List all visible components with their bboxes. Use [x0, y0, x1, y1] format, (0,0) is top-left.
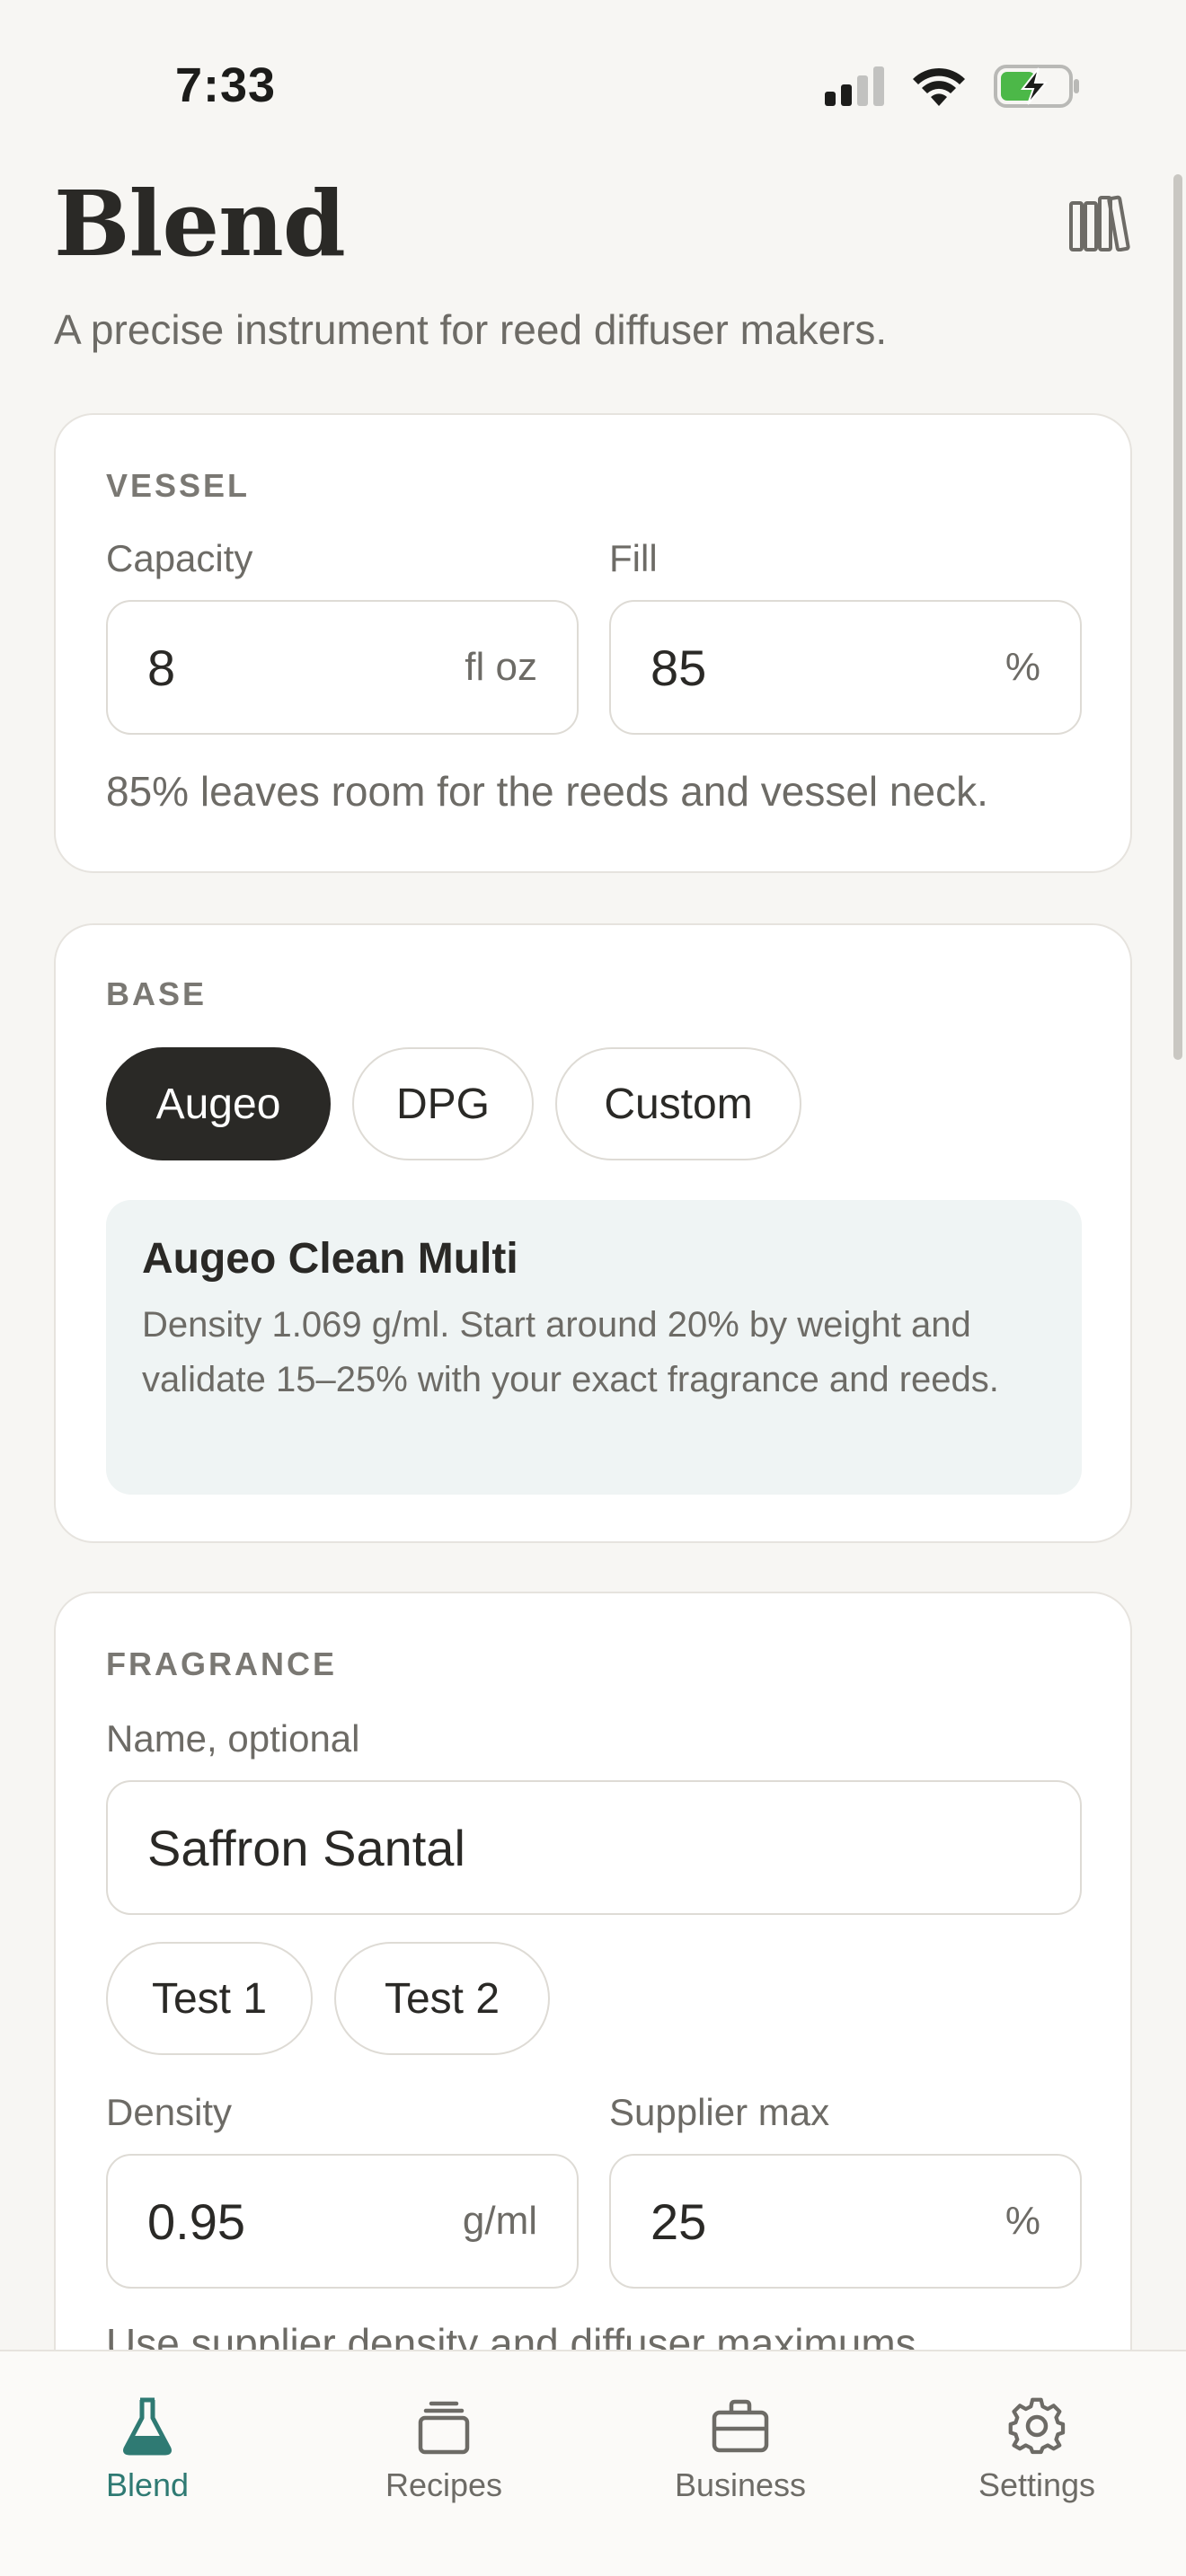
- tab-blend-label: Blend: [105, 2466, 190, 2503]
- vessel-card: VESSEL Capacity Fill 8 fl oz 85 % 85% le…: [54, 413, 1132, 873]
- fragrance-section-label: FRAGRANCE: [106, 1645, 337, 1682]
- tab-settings[interactable]: Settings: [929, 2396, 1145, 2504]
- briefcase-icon: [712, 2399, 769, 2453]
- test-2-button[interactable]: Test 2: [334, 1942, 550, 2055]
- status-icons: [825, 65, 1080, 108]
- tab-recipes-label: Recipes: [385, 2466, 503, 2503]
- scrollbar[interactable]: [1173, 174, 1182, 1060]
- fill-label: Fill: [609, 537, 658, 579]
- tab-recipes[interactable]: Recipes: [336, 2396, 552, 2504]
- vessel-section-label: VESSEL: [106, 467, 251, 504]
- status-time: 7:33: [175, 58, 277, 112]
- supplier-max-unit: %: [1005, 2199, 1040, 2243]
- fragrance-name-value: Saffron Santal: [147, 1819, 465, 1876]
- test-1-button[interactable]: Test 1: [106, 1942, 313, 2055]
- tab-bar: Blend Recipes Business Settings: [0, 2350, 1186, 2576]
- page-title: Blend: [54, 171, 346, 277]
- base-info-body: Density 1.069 g/ml. Start around 20% by …: [142, 1305, 999, 1399]
- supplier-max-value: 25: [651, 2192, 707, 2250]
- fill-unit: %: [1005, 645, 1040, 689]
- density-value: 0.95: [147, 2192, 245, 2250]
- base-info-box: Augeo Clean Multi Density 1.069 g/ml. St…: [106, 1200, 1082, 1495]
- battery-charging-icon: [994, 65, 1079, 108]
- supplier-max-input[interactable]: 25 %: [609, 2154, 1082, 2289]
- base-card: BASE Augeo DPG Custom Augeo Clean Multi …: [54, 923, 1132, 1543]
- recipes-stack-icon: [418, 2401, 470, 2455]
- fragrance-name-input[interactable]: Saffron Santal: [106, 1780, 1082, 1915]
- tab-settings-label: Settings: [978, 2466, 1096, 2503]
- capacity-value: 8: [147, 639, 176, 696]
- library-button[interactable]: [1066, 192, 1134, 253]
- base-info-title: Augeo Clean Multi: [142, 1235, 518, 1283]
- blend-screen: 7:33 Blend A precise instrument for reed…: [0, 0, 1186, 2576]
- fill-value: 85: [651, 639, 707, 696]
- bookshelf-icon: [1069, 195, 1130, 251]
- base-section-label: BASE: [106, 975, 208, 1012]
- tab-business[interactable]: Business: [633, 2396, 848, 2504]
- capacity-label: Capacity: [106, 537, 253, 579]
- base-option-augeo[interactable]: Augeo: [106, 1047, 331, 1160]
- cellular-signal-icon: [825, 66, 884, 106]
- gear-icon: [1008, 2397, 1066, 2455]
- density-label: Density: [106, 2091, 233, 2133]
- page-subtitle: A precise instrument for reed diffuser m…: [54, 306, 888, 353]
- base-option-dpg[interactable]: DPG: [352, 1047, 534, 1160]
- base-option-custom[interactable]: Custom: [555, 1047, 801, 1160]
- vessel-helper-text: 85% leaves room for the reeds and vessel…: [106, 768, 988, 815]
- fragrance-card: FRAGRANCE Name, optional Saffron Santal …: [54, 1592, 1132, 2400]
- wifi-icon: [913, 67, 965, 106]
- fragrance-name-label: Name, optional: [106, 1717, 360, 1760]
- flask-icon: [123, 2397, 172, 2456]
- supplier-max-label: Supplier max: [609, 2091, 830, 2133]
- density-unit: g/ml: [462, 2199, 537, 2243]
- tab-blend[interactable]: Blend: [40, 2396, 255, 2504]
- capacity-input[interactable]: 8 fl oz: [106, 600, 579, 735]
- tab-business-label: Business: [674, 2466, 807, 2503]
- fill-input[interactable]: 85 %: [609, 600, 1082, 735]
- capacity-unit: fl oz: [465, 645, 537, 689]
- density-input[interactable]: 0.95 g/ml: [106, 2154, 579, 2289]
